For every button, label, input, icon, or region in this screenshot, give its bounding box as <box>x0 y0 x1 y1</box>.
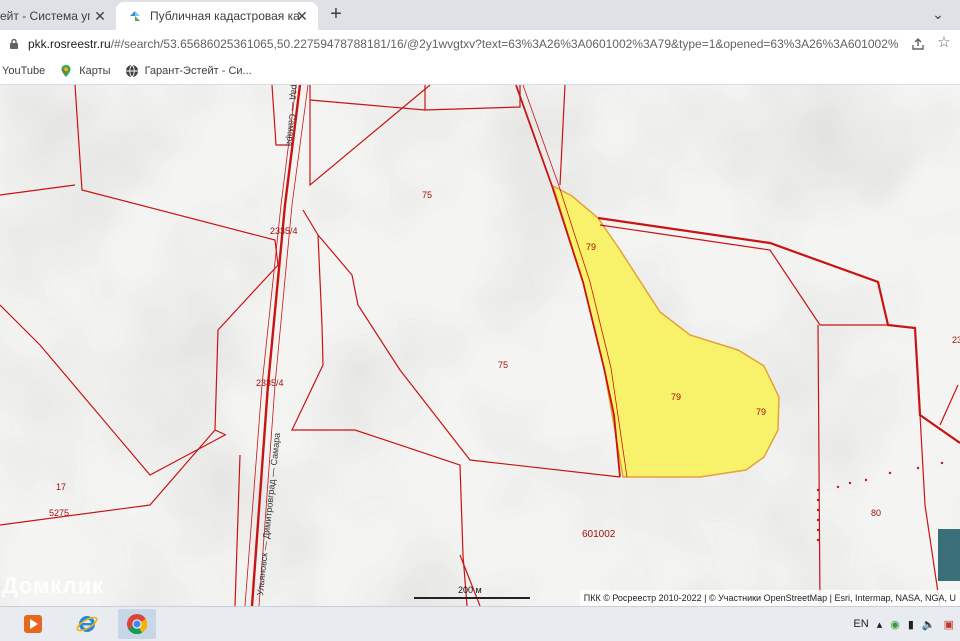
bookmark-youtube[interactable]: YouTube <box>2 65 45 77</box>
rosreestr-favicon-icon <box>130 11 140 21</box>
parcel-label[interactable]: 75 <box>498 360 508 370</box>
media-player-icon <box>24 615 42 633</box>
watermark: Домклик <box>2 573 105 598</box>
close-icon[interactable]: ✕ <box>294 8 310 24</box>
satellite-layer-thumbnail[interactable] <box>938 529 960 581</box>
parcel-label[interactable]: 2335/4 <box>256 378 284 388</box>
bookmark-garant[interactable]: Гарант-Эстейт - Си... <box>125 64 252 78</box>
internet-explorer-icon <box>76 616 98 632</box>
tab-active[interactable]: Публичная кадастровая карта ✕ <box>116 2 318 30</box>
taskbar-internet-explorer[interactable] <box>68 609 106 639</box>
system-tray: EN ▴ ◉ ▮ 🔈 ▣ <box>845 607 960 641</box>
parcel-label[interactable]: 80 <box>871 508 881 518</box>
parcel-label[interactable]: 23 <box>952 335 960 345</box>
scale-label: 200 м <box>458 585 482 595</box>
bookmark-star-icon[interactable]: ☆ <box>936 35 952 51</box>
bookmark-label: YouTube <box>2 65 46 77</box>
volume-icon[interactable]: 🔈 <box>922 618 936 631</box>
address-bar: pkk.rosreestr.ru/#/search/53.65686025361… <box>0 30 960 58</box>
chrome-icon <box>127 614 148 635</box>
cadastral-map[interactable]: 75 75 79 79 79 2335/4 2335/4 17 5275 601… <box>0 85 960 606</box>
parcel-label[interactable]: 75 <box>422 190 432 200</box>
parcel-label[interactable]: 5275 <box>49 508 69 518</box>
tab-title: ейт - Система управле <box>0 9 90 23</box>
taskbar-media-player[interactable] <box>14 609 52 639</box>
bookmark-label: Карты <box>79 65 111 77</box>
tab-strip: ейт - Система управле ✕ Публичная кадаст… <box>0 0 960 30</box>
scale-bar <box>414 597 530 599</box>
lock-icon[interactable] <box>8 38 20 50</box>
parcel-label[interactable]: 79 <box>756 407 766 417</box>
taskbar: EN ▴ ◉ ▮ 🔈 ▣ <box>0 606 960 641</box>
url-input[interactable]: pkk.rosreestr.ru/#/search/53.65686025361… <box>28 37 898 51</box>
parcel-label[interactable]: 2335/4 <box>270 226 298 236</box>
share-icon[interactable] <box>910 36 926 52</box>
map-canvas <box>0 85 960 606</box>
globe-icon <box>125 64 138 78</box>
security-icon[interactable]: ◉ <box>890 618 900 631</box>
bookmark-label: Гарант-Эстейт - Си... <box>144 65 252 77</box>
tab-title: Публичная кадастровая карта <box>150 9 300 23</box>
map-scale: 200 м <box>414 585 530 599</box>
close-icon[interactable]: ✕ <box>92 8 108 24</box>
tab-search-chevron-icon[interactable]: ⌄ <box>928 4 948 24</box>
language-indicator[interactable]: EN <box>853 618 868 630</box>
maps-icon <box>61 65 71 77</box>
parcel-label[interactable]: 17 <box>56 482 66 492</box>
new-tab-button[interactable]: + <box>326 4 346 24</box>
parcel-label[interactable]: 79 <box>586 242 596 252</box>
notification-icon[interactable]: ▣ <box>944 618 954 631</box>
quarter-label[interactable]: 601002 <box>582 529 615 540</box>
url-host: pkk.rosreestr.ru <box>28 37 111 51</box>
url-path: /#/search/53.65686025361065,50.227594787… <box>110 37 898 51</box>
bookmark-maps[interactable]: Карты <box>59 64 111 78</box>
tab-inactive[interactable]: ейт - Система управле ✕ <box>0 2 116 30</box>
map-attribution: ПКК © Росреестр 2010-2022 | © Участники … <box>579 590 960 606</box>
network-icon[interactable]: ▮ <box>908 618 914 631</box>
bookmarks-bar: YouTube Карты Гарант-Эстейт - Си... <box>0 58 960 85</box>
parcel-label[interactable]: 79 <box>671 392 681 402</box>
tray-overflow-icon[interactable]: ▴ <box>877 618 883 631</box>
taskbar-chrome[interactable] <box>118 609 156 639</box>
